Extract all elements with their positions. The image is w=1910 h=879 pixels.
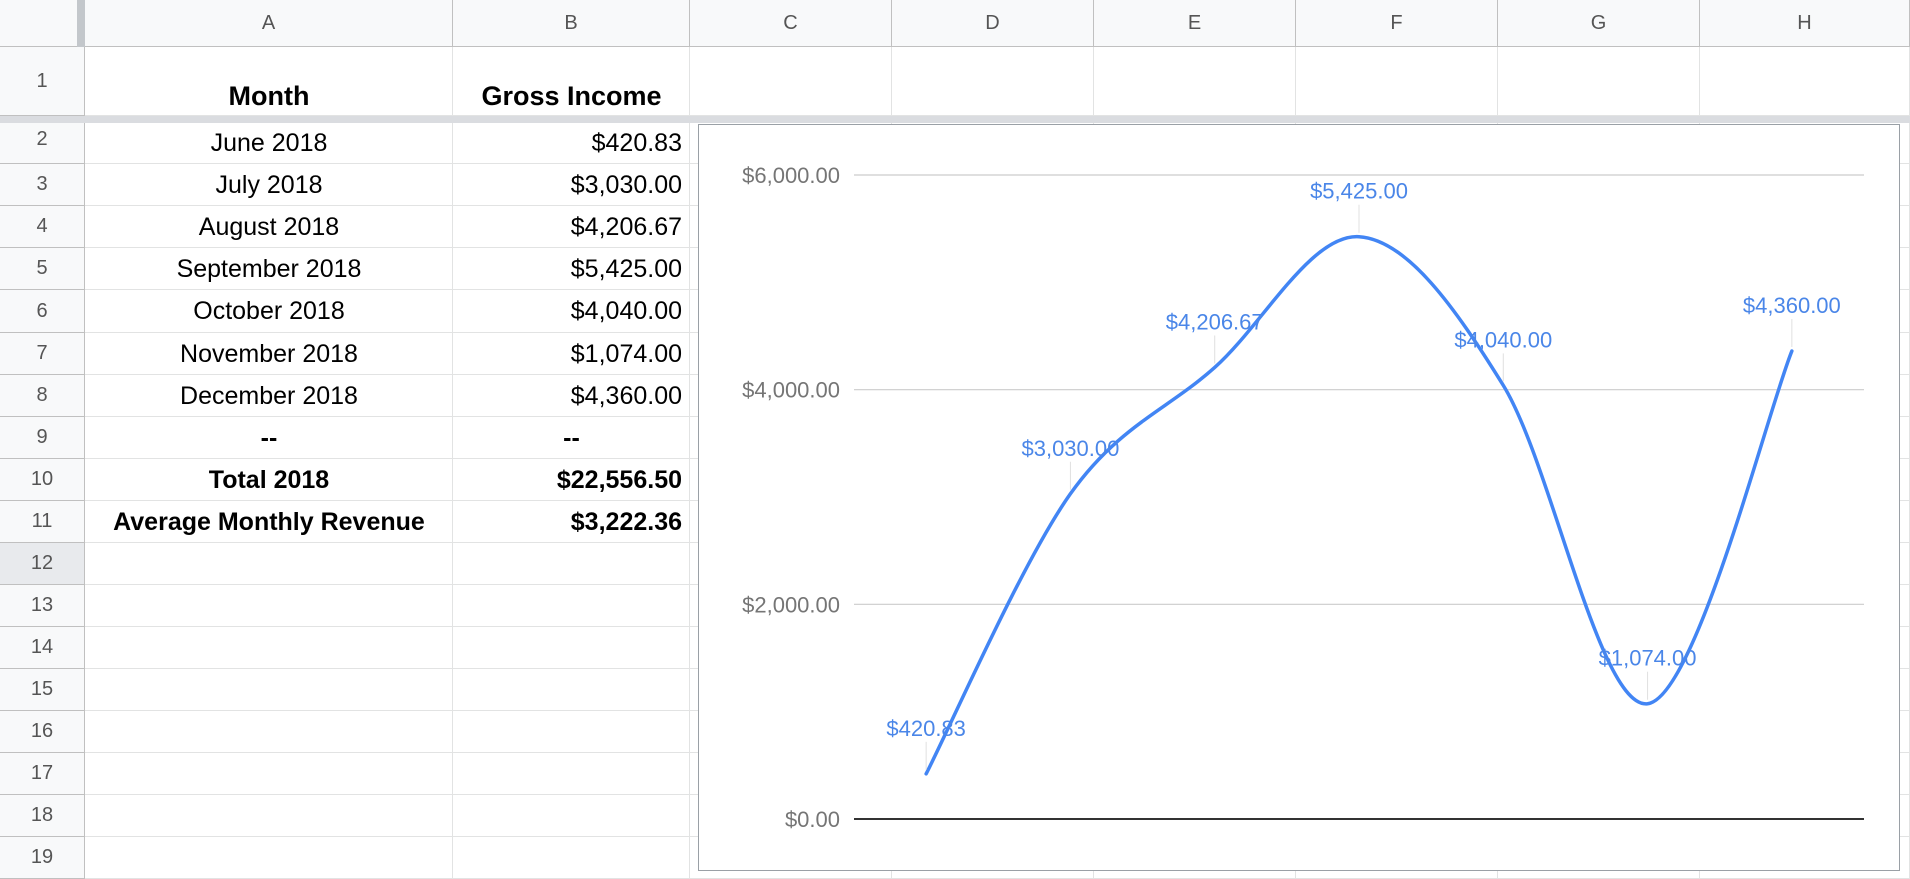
data-label: $4,206.67 [1166, 309, 1264, 334]
column-header-g[interactable]: G [1498, 0, 1700, 47]
column-header-a[interactable]: A [85, 0, 453, 47]
cell-b5[interactable]: $5,425.00 [453, 248, 690, 290]
row-header-18[interactable]: 18 [0, 795, 85, 837]
cell-a10[interactable]: Total 2018 [85, 459, 453, 501]
row-header-11[interactable]: 11 [0, 501, 85, 543]
cell-b7[interactable]: $1,074.00 [453, 333, 690, 375]
gross-income-line-chart[interactable]: $0.00 $2,000.00 $4,000.00 $6,000.00 $420.83 $… [698, 124, 1900, 871]
cell-b4[interactable]: $4,206.67 [453, 206, 690, 248]
y-tick-label: $0.00 [785, 807, 840, 832]
income-series-line [924, 234, 1794, 776]
cell-b8[interactable]: $4,360.00 [453, 375, 690, 417]
cell-b1[interactable]: Gross Income [453, 47, 690, 116]
row-header-10[interactable]: 10 [0, 459, 85, 501]
cell-a7[interactable]: November 2018 [85, 333, 453, 375]
row-header-4[interactable]: 4 [0, 206, 85, 248]
column-header-f[interactable]: F [1296, 0, 1498, 47]
data-label: $1,074.00 [1599, 646, 1697, 671]
column-header-e[interactable]: E [1094, 0, 1296, 47]
cell-a2[interactable]: June 2018 [85, 123, 453, 164]
freeze-handle[interactable] [77, 0, 85, 47]
cell-a3[interactable]: July 2018 [85, 164, 453, 206]
column-header-c[interactable]: C [690, 0, 892, 47]
data-label: $5,425.00 [1310, 179, 1408, 204]
row-header-6[interactable]: 6 [0, 290, 85, 333]
row-header-19[interactable]: 19 [0, 837, 85, 879]
cell-b2[interactable]: $420.83 [453, 123, 690, 164]
row-header-9[interactable]: 9 [0, 417, 85, 459]
row-header-12[interactable]: 12 [0, 543, 85, 585]
row-header-13[interactable]: 13 [0, 585, 85, 627]
row-header-17[interactable]: 17 [0, 753, 85, 795]
column-header-h[interactable]: H [1700, 0, 1910, 47]
spreadsheet-grid[interactable]: ABCDEFGH 1 2 3 4 5 6 7 8 9 10 11 12 13 14 15 16 17 18 19 M… [0, 0, 1910, 879]
cell-a9[interactable]: -- [85, 417, 453, 459]
cell-b3[interactable]: $3,030.00 [453, 164, 690, 206]
y-tick-label: $6,000.00 [742, 163, 840, 188]
row-header-2[interactable]: 2 [0, 116, 85, 164]
y-tick-label: $2,000.00 [742, 592, 840, 617]
cell-a11[interactable]: Average Monthly Revenue [85, 501, 453, 543]
row-header-3[interactable]: 3 [0, 164, 85, 206]
row-header-1[interactable]: 1 [0, 47, 85, 116]
cell-a5[interactable]: September 2018 [85, 248, 453, 290]
row-header-15[interactable]: 15 [0, 669, 85, 711]
row-header-8[interactable]: 8 [0, 375, 85, 417]
row-header-14[interactable]: 14 [0, 627, 85, 669]
row-header-7[interactable]: 7 [0, 333, 85, 375]
chart-canvas: $0.00 $2,000.00 $4,000.00 $6,000.00 $420.83 $… [742, 163, 1864, 832]
cell-a1[interactable]: Month [85, 47, 453, 116]
row-header-16[interactable]: 16 [0, 711, 85, 753]
column-header-b[interactable]: B [453, 0, 690, 47]
y-tick-label: $4,000.00 [742, 378, 840, 403]
column-header-d[interactable]: D [892, 0, 1094, 47]
cell-a6[interactable]: October 2018 [85, 290, 453, 333]
cell-a8[interactable]: December 2018 [85, 375, 453, 417]
cell-b10[interactable]: $22,556.50 [453, 459, 690, 501]
data-label: $4,360.00 [1743, 293, 1841, 318]
cell-b9[interactable]: -- [453, 417, 690, 459]
row-header-5[interactable]: 5 [0, 248, 85, 290]
frozen-row-divider[interactable] [0, 116, 1910, 123]
cell-b11[interactable]: $3,222.36 [453, 501, 690, 543]
select-all-corner[interactable] [0, 0, 85, 47]
data-label: $3,030.00 [1021, 436, 1119, 461]
data-label: $420.83 [886, 716, 966, 741]
cell-b6[interactable]: $4,040.00 [453, 290, 690, 333]
cell-a4[interactable]: August 2018 [85, 206, 453, 248]
data-label: $4,040.00 [1454, 327, 1552, 352]
